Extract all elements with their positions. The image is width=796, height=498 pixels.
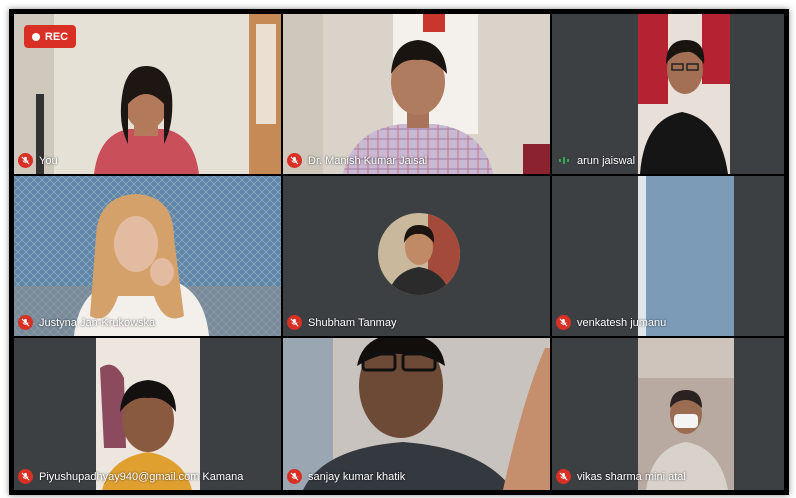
recording-indicator: REC: [24, 25, 76, 48]
participant-name-bar: Justyna Jan-Krukowska: [18, 315, 155, 330]
participant-tile-vikas[interactable]: vikas sharma mini atal: [552, 338, 784, 490]
participant-video: [552, 176, 784, 336]
participant-video: [283, 338, 550, 490]
recording-label: REC: [44, 30, 69, 43]
participant-name: Shubham Tanmay: [308, 316, 397, 329]
participant-name: vikas sharma mini atal: [577, 470, 686, 483]
avatar: [378, 213, 460, 295]
mic-off-icon: [18, 315, 33, 330]
audio-level-icon: [556, 153, 571, 168]
participant-name: You: [39, 154, 58, 167]
participant-tile-sanjay[interactable]: sanjay kumar khatik: [283, 338, 550, 490]
participant-video: [14, 176, 281, 336]
mic-off-icon: [18, 153, 33, 168]
participant-tile-arun[interactable]: arun jaiswal: [552, 14, 784, 174]
meeting-grid: REC You Dr. Manish Kumar Jaisal arun jai…: [9, 9, 789, 495]
participant-name-bar: You: [18, 153, 58, 168]
mic-off-icon: [556, 315, 571, 330]
participant-name: Piyushupadhyay940@gmail.com Kamana: [39, 470, 244, 483]
participant-tile-shubham[interactable]: Shubham Tanmay: [283, 176, 550, 336]
mic-off-icon: [287, 153, 302, 168]
participant-name-bar: Shubham Tanmay: [287, 315, 396, 330]
participant-tile-piyush[interactable]: Piyushupadhyay940@gmail.com Kamana: [14, 338, 281, 490]
participant-tile-justyna[interactable]: Justyna Jan-Krukowska: [14, 176, 281, 336]
participant-name: sanjay kumar khatik: [308, 470, 406, 483]
participant-video: [14, 338, 281, 490]
participant-name-bar: Piyushupadhyay940@gmail.com Kamana: [18, 469, 243, 484]
avatar-image: [378, 213, 460, 295]
participant-video: [552, 14, 784, 174]
participant-name: Justyna Jan-Krukowska: [39, 316, 156, 329]
participant-name: Dr. Manish Kumar Jaisal: [308, 154, 428, 167]
participant-name: venkatesh jumanu: [577, 316, 667, 329]
participant-name-bar: vikas sharma mini atal: [556, 469, 686, 484]
participant-name: arun jaiswal: [577, 154, 636, 167]
record-dot-icon: [31, 32, 40, 41]
participant-tile-you[interactable]: REC You: [14, 14, 281, 174]
participant-name-bar: Dr. Manish Kumar Jaisal: [287, 153, 427, 168]
participant-video: [552, 338, 784, 490]
mic-off-icon: [18, 469, 33, 484]
mic-off-icon: [287, 469, 302, 484]
mic-off-icon: [556, 469, 571, 484]
participant-name-bar: arun jaiswal: [556, 153, 635, 168]
mic-off-icon: [287, 315, 302, 330]
participant-tile-venkatesh[interactable]: venkatesh jumanu: [552, 176, 784, 336]
participant-video: [283, 14, 550, 174]
participant-name-bar: sanjay kumar khatik: [287, 469, 405, 484]
participant-tile-manish[interactable]: Dr. Manish Kumar Jaisal: [283, 14, 550, 174]
participant-name-bar: venkatesh jumanu: [556, 315, 666, 330]
